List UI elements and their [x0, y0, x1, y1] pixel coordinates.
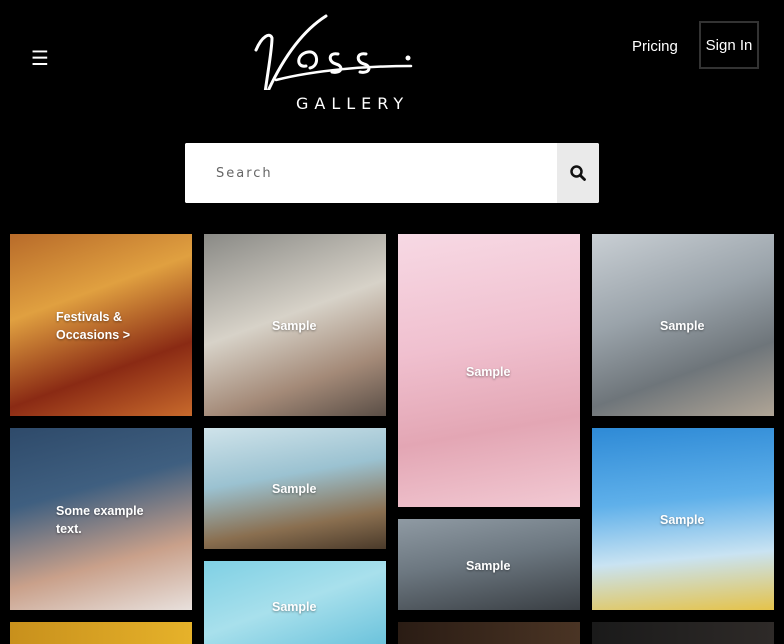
- gallery-tile-couple[interactable]: Sample: [204, 234, 386, 416]
- search-bar: [185, 143, 599, 203]
- gallery-tile-portrait[interactable]: Sample: [398, 234, 580, 507]
- tile-label: Sample: [272, 319, 317, 333]
- tile-label: Sample: [272, 600, 317, 614]
- gallery-tile-bottom-3[interactable]: [592, 622, 774, 644]
- search-icon: [570, 165, 586, 181]
- tile-label: Festivals & Occasions >: [56, 310, 130, 342]
- tile-label: Sample: [660, 513, 705, 527]
- gallery-tile-treadmill[interactable]: Sample: [592, 234, 774, 416]
- gallery-tile-bottom-2[interactable]: [398, 622, 580, 644]
- hamburger-menu-icon[interactable]: ☰: [30, 46, 50, 70]
- search-button[interactable]: [557, 143, 599, 203]
- gallery-tile-family[interactable]: Some example text.: [10, 428, 192, 610]
- gallery-tile-cycling[interactable]: Sample: [592, 428, 774, 610]
- search-input[interactable]: [185, 143, 557, 203]
- gallery-tile-businessman[interactable]: Sample: [398, 519, 580, 610]
- tile-label: Sample: [466, 365, 511, 379]
- logo[interactable]: GALLERY: [236, 10, 446, 113]
- sign-in-button[interactable]: Sign In: [699, 21, 759, 69]
- gallery-tile-bottom-1[interactable]: [10, 622, 192, 644]
- tile-label: Sample: [660, 319, 705, 333]
- voss-script-logo: [254, 14, 413, 90]
- logo-subtitle: GALLERY: [296, 94, 410, 113]
- tile-label: Sample: [466, 559, 511, 573]
- pricing-link[interactable]: Pricing: [632, 38, 678, 55]
- gallery-tile-festivals[interactable]: Festivals & Occasions >: [10, 234, 192, 416]
- tile-label: Sample: [272, 482, 317, 496]
- tile-label: Some example text.: [56, 504, 144, 536]
- gallery-tile-fishing[interactable]: Sample: [204, 428, 386, 549]
- gallery-tile-paper-boats[interactable]: Sample: [204, 561, 386, 644]
